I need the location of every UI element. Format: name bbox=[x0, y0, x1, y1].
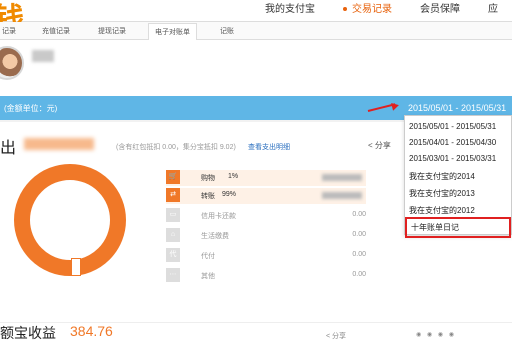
tab-bookkeeping[interactable]: 记账 bbox=[220, 26, 234, 36]
value-blurred bbox=[322, 174, 362, 181]
category-value: 0.00 bbox=[352, 271, 366, 278]
share-icon: < bbox=[368, 141, 375, 150]
date-range-select[interactable]: 2015/05/01 - 2015/05/31 bbox=[408, 103, 506, 113]
category-value: 0.00 bbox=[352, 211, 366, 218]
proxy-icon: 代 bbox=[166, 248, 180, 262]
yuebao-amount: 384.76 bbox=[70, 323, 113, 339]
category-value: 0.00 bbox=[352, 251, 366, 258]
tab-recharge[interactable]: 充值记录 bbox=[42, 26, 70, 36]
yuebao-label: 额宝收益 bbox=[0, 325, 56, 340]
top-nav: 我的支付宝 交易记录 会员保障 应 bbox=[251, 0, 512, 22]
dropdown-item-2012[interactable]: 我在支付宝的2012 bbox=[409, 205, 475, 216]
category-row-other[interactable]: ⋯ 其他 0.00 bbox=[166, 268, 366, 284]
value-blurred bbox=[322, 192, 362, 199]
category-row-shopping[interactable]: 🛒 购物 1% bbox=[166, 170, 366, 186]
amount-unit: (金额单位：元) bbox=[4, 104, 58, 113]
active-dot-icon bbox=[343, 7, 347, 12]
category-label: 购物 bbox=[201, 175, 215, 182]
category-label: 转账 bbox=[201, 193, 215, 200]
cart-icon: 🛒 bbox=[166, 170, 180, 184]
summary-title: 出 bbox=[0, 140, 17, 157]
category-label: 代付 bbox=[201, 253, 215, 260]
sub-tabs: 记录 充值记录 提现记录 电子对账单 记账 bbox=[0, 22, 512, 42]
date-range-dropdown: 2015/05/01 - 2015/05/31 2015/04/01 - 201… bbox=[404, 115, 512, 238]
nav-my-alipay[interactable]: 我的支付宝 bbox=[251, 0, 329, 22]
category-row-utilities[interactable]: ⌂ 生活缴费 0.00 bbox=[166, 228, 366, 244]
dropdown-item-2015-04[interactable]: 2015/04/01 - 2015/04/30 bbox=[409, 138, 496, 147]
share-button[interactable]: < 分享 bbox=[368, 140, 391, 151]
nav-transactions[interactable]: 交易记录 bbox=[329, 0, 406, 22]
share-label: 分享 bbox=[374, 141, 391, 150]
avatar[interactable] bbox=[0, 46, 24, 80]
category-pct: 1% bbox=[228, 173, 239, 180]
life-icon: ⌂ bbox=[166, 228, 180, 242]
username-blurred bbox=[32, 50, 54, 62]
category-row-transfer[interactable]: ⇄ 转账 99% bbox=[166, 188, 366, 204]
view-details-link[interactable]: 查看支出明细 bbox=[248, 142, 290, 152]
user-row bbox=[0, 40, 512, 96]
deduction-note: (含有红包抵扣 0.00，集分宝抵扣 9.02) bbox=[116, 144, 236, 151]
top-bar: 钱 我的支付宝 交易记录 会员保障 应 bbox=[0, 0, 512, 26]
dropdown-item-2013[interactable]: 我在支付宝的2013 bbox=[409, 188, 475, 199]
footer-icons: ◉ ◉ ◉ ◉ bbox=[416, 332, 456, 338]
transfer-icon: ⇄ bbox=[166, 188, 180, 202]
total-amount-blurred bbox=[24, 138, 94, 150]
other-icon: ⋯ bbox=[166, 268, 180, 282]
dropdown-item-2015-05[interactable]: 2015/05/01 - 2015/05/31 bbox=[409, 122, 496, 131]
donut-notch bbox=[71, 258, 81, 276]
category-row-credit-card[interactable]: ▭ 信用卡还款 0.00 bbox=[166, 208, 366, 224]
tab-withdraw[interactable]: 提现记录 bbox=[98, 26, 126, 36]
category-pct: 99% bbox=[222, 191, 237, 198]
share-label: 分享 bbox=[332, 333, 347, 340]
arrow-head-icon bbox=[391, 101, 400, 111]
dropdown-item-2015-03[interactable]: 2015/03/01 - 2015/03/31 bbox=[409, 154, 496, 163]
category-row-proxy-pay[interactable]: 代 代付 0.00 bbox=[166, 248, 366, 264]
share-button-bottom[interactable]: < 分享 bbox=[326, 331, 346, 340]
nav-more[interactable]: 应 bbox=[474, 0, 512, 22]
yuebao-row: 额宝收益 384.76 < 分享 ◉ ◉ ◉ ◉ bbox=[0, 322, 512, 340]
category-label: 生活缴费 bbox=[201, 233, 229, 240]
tab-records[interactable]: 记录 bbox=[2, 26, 16, 36]
spending-donut-chart bbox=[14, 164, 126, 276]
category-label: 其他 bbox=[201, 273, 215, 280]
card-icon: ▭ bbox=[166, 208, 180, 222]
dropdown-item-ten-year-diary[interactable]: 十年账单日记 bbox=[405, 217, 511, 238]
nav-member[interactable]: 会员保障 bbox=[406, 0, 474, 22]
nav-transactions-label: 交易记录 bbox=[352, 4, 392, 15]
dropdown-item-2014[interactable]: 我在支付宝的2014 bbox=[409, 171, 475, 182]
category-label: 信用卡还款 bbox=[201, 213, 236, 220]
category-value: 0.00 bbox=[352, 231, 366, 238]
